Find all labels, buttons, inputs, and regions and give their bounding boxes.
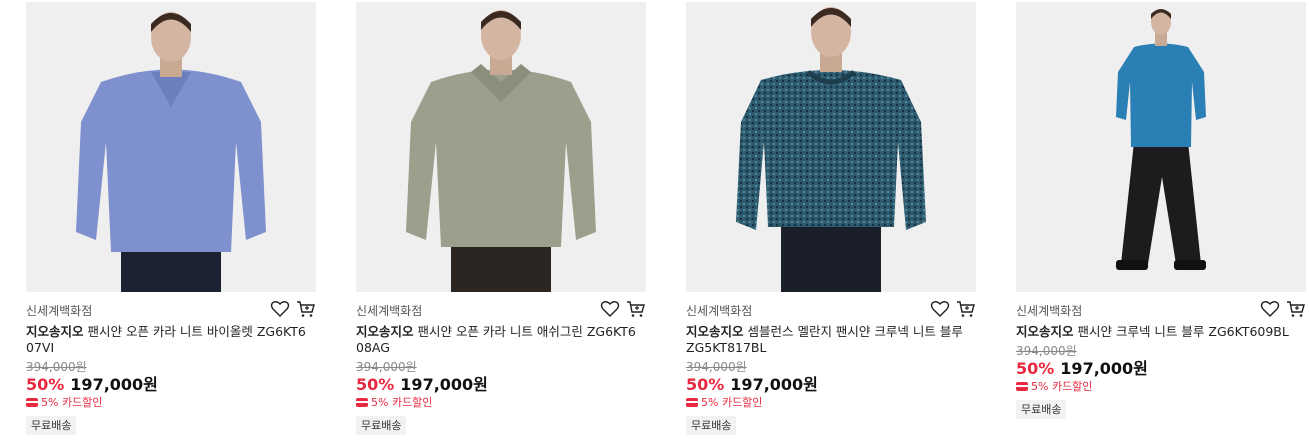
cart-icon[interactable] <box>1286 299 1306 319</box>
credit-card-icon <box>1016 382 1028 391</box>
product-card[interactable]: 신세계백화점 지오송지오 팬시얀 오픈 카라 니트 애쉬그린 ZG6KT608A… <box>356 2 648 435</box>
store-name: 신세계백화점 <box>356 304 423 318</box>
card-discount: 5% 카드할인 <box>701 396 763 409</box>
discount-rate: 50% <box>356 375 395 394</box>
product-image[interactable] <box>26 2 316 292</box>
discount-rate: 50% <box>686 375 725 394</box>
product-card[interactable]: 신세계백화점 지오송지오 팬시얀 오픈 카라 니트 바이올렛 ZG6KT607V… <box>26 2 318 435</box>
brand-name: 지오송지오 <box>1016 324 1074 339</box>
cart-icon[interactable] <box>956 299 976 319</box>
discount-rate: 50% <box>26 375 65 394</box>
free-shipping-badge: 무료배송 <box>26 416 77 435</box>
original-price: 394,000원 <box>356 360 417 374</box>
product-card[interactable]: 신세계백화점 지오송지오 셈블런스 멜란지 팬시얀 크루넥 니트 블루 ZG5K… <box>686 2 978 435</box>
original-price: 394,000원 <box>26 360 87 374</box>
sale-price: 197,000원 <box>400 375 488 394</box>
product-title[interactable]: 지오송지오 팬시얀 오픈 카라 니트 애쉬그린 ZG6KT608AG <box>356 324 638 356</box>
card-discount: 5% 카드할인 <box>1031 380 1093 393</box>
store-name: 신세계백화점 <box>686 304 753 318</box>
heart-icon[interactable] <box>270 299 290 319</box>
brand-name: 지오송지오 <box>26 324 84 339</box>
original-price: 394,000원 <box>686 360 747 374</box>
sale-price: 197,000원 <box>1060 359 1148 378</box>
brand-name: 지오송지오 <box>686 324 744 339</box>
original-price: 394,000원 <box>1016 344 1077 358</box>
free-shipping-badge: 무료배송 <box>1016 400 1067 419</box>
heart-icon[interactable] <box>600 299 620 319</box>
brand-name: 지오송지오 <box>356 324 414 339</box>
product-card[interactable]: 신세계백화점 지오송지오 팬시얀 크루넥 니트 블루 ZG6KT609BL 39… <box>1016 2 1308 419</box>
credit-card-icon <box>686 398 698 407</box>
discount-rate: 50% <box>1016 359 1055 378</box>
free-shipping-badge: 무료배송 <box>686 416 737 435</box>
product-title[interactable]: 지오송지오 셈블런스 멜란지 팬시얀 크루넥 니트 블루 ZG5KT817BL <box>686 324 968 356</box>
store-name: 신세계백화점 <box>1016 304 1083 318</box>
card-discount: 5% 카드할인 <box>41 396 103 409</box>
sale-price: 197,000원 <box>70 375 158 394</box>
store-name: 신세계백화점 <box>26 304 93 318</box>
credit-card-icon <box>356 398 368 407</box>
product-image[interactable] <box>356 2 646 292</box>
heart-icon[interactable] <box>930 299 950 319</box>
product-image[interactable] <box>686 2 976 292</box>
card-discount: 5% 카드할인 <box>371 396 433 409</box>
product-name: 팬시얀 크루넥 니트 블루 ZG6KT609BL <box>1073 324 1289 339</box>
credit-card-icon <box>26 398 38 407</box>
heart-icon[interactable] <box>1260 299 1280 319</box>
product-image[interactable] <box>1016 2 1306 292</box>
product-title[interactable]: 지오송지오 팬시얀 크루넥 니트 블루 ZG6KT609BL <box>1016 324 1298 340</box>
product-title[interactable]: 지오송지오 팬시얀 오픈 카라 니트 바이올렛 ZG6KT607VI <box>26 324 308 356</box>
sale-price: 197,000원 <box>730 375 818 394</box>
cart-icon[interactable] <box>296 299 316 319</box>
cart-icon[interactable] <box>626 299 646 319</box>
free-shipping-badge: 무료배송 <box>356 416 407 435</box>
